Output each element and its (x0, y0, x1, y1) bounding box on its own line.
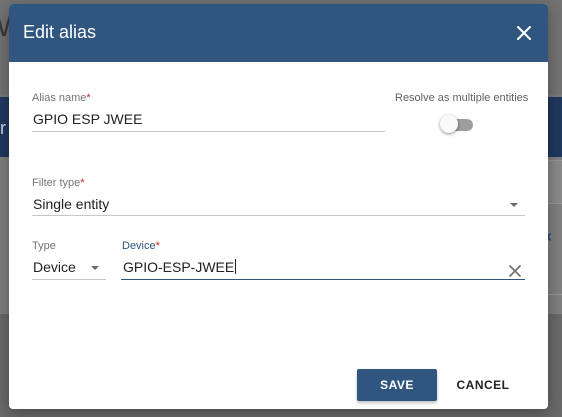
edit-alias-dialog: Edit alias Alias name* GPIO ESP JWEE Res… (9, 4, 548, 409)
cancel-button[interactable]: CANCEL (443, 369, 523, 401)
dialog-header: Edit alias (9, 4, 548, 62)
clear-button[interactable] (505, 261, 525, 281)
close-icon (517, 26, 531, 40)
filter-type-underline (32, 215, 525, 216)
device-input-text: GPIO-ESP-JWEE (123, 259, 235, 275)
save-button[interactable]: SAVE (357, 369, 437, 401)
alias-name-underline (32, 131, 385, 132)
entity-type-underline (32, 279, 106, 280)
toggle-thumb[interactable] (440, 115, 458, 133)
background-row (548, 160, 562, 204)
alias-name-label: Alias name* (32, 92, 91, 104)
background-divider (548, 294, 562, 295)
entity-type-label: Type (32, 240, 56, 252)
resolve-multiple-label: Resolve as multiple entities (395, 92, 529, 104)
alias-name-input[interactable]: GPIO ESP JWEE (33, 111, 142, 127)
chevron-down-icon[interactable] (91, 266, 99, 270)
filter-type-select[interactable]: Single entity (33, 196, 109, 212)
device-input[interactable]: GPIO-ESP-JWEE (123, 259, 237, 275)
entity-type-select[interactable]: Device (33, 259, 76, 275)
background-header-fragment: r (0, 118, 6, 138)
text-cursor (235, 259, 237, 274)
device-label: Device* (122, 240, 160, 252)
chevron-down-icon[interactable] (510, 203, 518, 207)
filter-type-label: Filter type* (32, 177, 85, 189)
clear-icon (509, 265, 521, 277)
close-button[interactable] (512, 21, 536, 45)
device-underline (121, 279, 525, 280)
dialog-title: Edit alias (23, 22, 97, 42)
